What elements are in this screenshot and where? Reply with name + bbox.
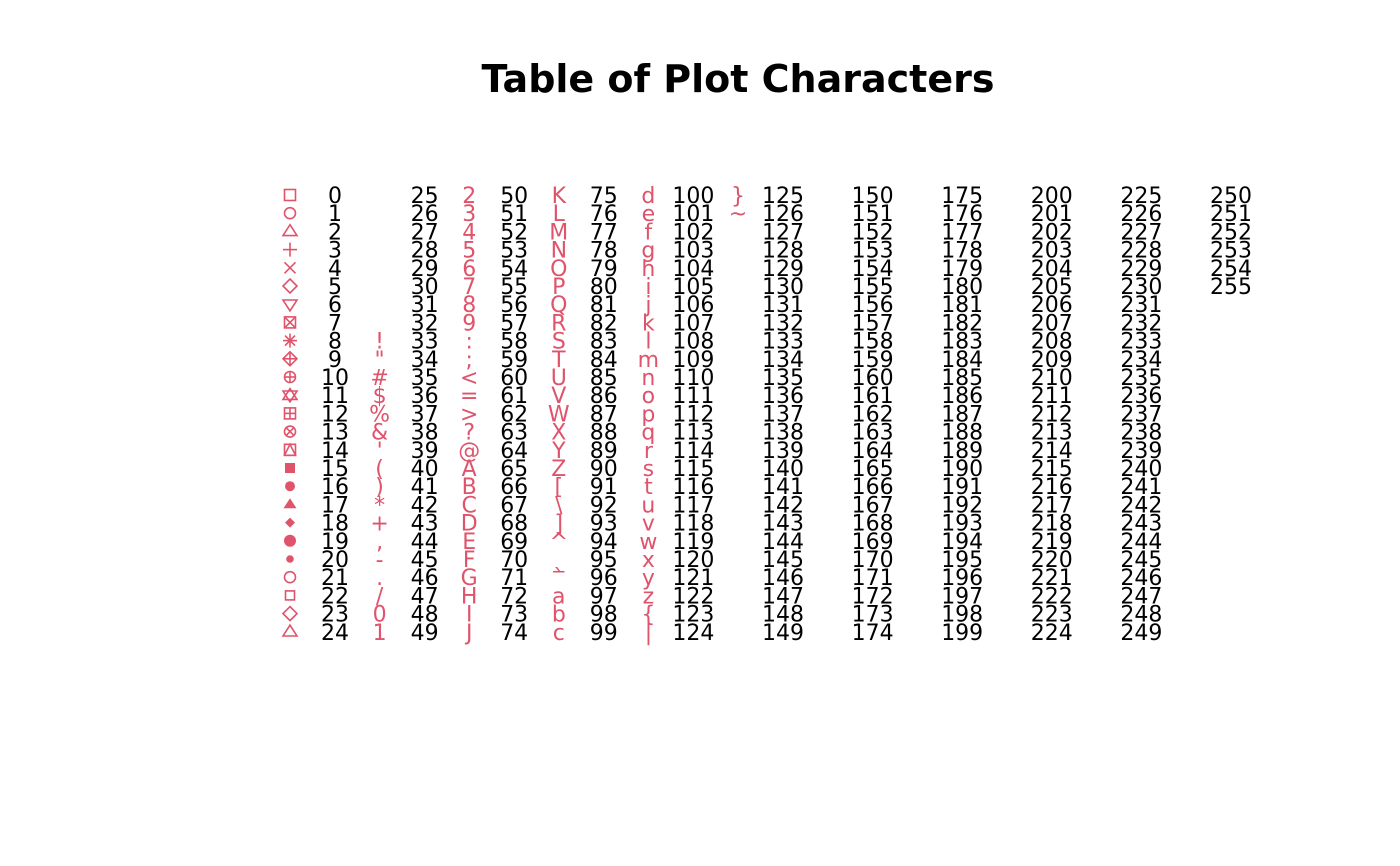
pch-20-small-filled-circle-symbol (286, 555, 294, 563)
pch-99-code-label: 99 (590, 621, 618, 646)
pch-126-glyph: ~ (729, 202, 747, 227)
pch-15-filled-square-symbol (285, 463, 295, 473)
pch-1-open-circle-symbol (283, 206, 297, 220)
pch-11-star-of-david-symbol (281, 387, 299, 404)
pch-49-glyph: 1 (373, 621, 387, 646)
pch-0-open-square-symbol (283, 188, 297, 202)
chart-title: Table of Plot Characters (482, 57, 995, 101)
pch-4-cross-symbol (283, 261, 297, 274)
pch-74-code-label: 74 (500, 621, 528, 646)
plot-characters-chart: Table of Plot Characters 012345678910111… (281, 57, 1252, 646)
pch-174-code-label: 174 (852, 621, 894, 646)
pch-9-diamond-plus-symbol (281, 350, 299, 367)
pch-5-open-diamond-symbol (281, 277, 299, 295)
pch-24-bordered-triangle-symbol (281, 623, 299, 637)
pch-24-code-label: 24 (321, 621, 349, 646)
pch-249-code-label: 249 (1120, 621, 1162, 646)
pch-49-code-label: 49 (411, 621, 439, 646)
pch-6-open-triangle-down-symbol (281, 299, 299, 313)
pch-17-filled-triangle-symbol (283, 498, 297, 509)
pch-18-filled-diamond-symbol (285, 517, 295, 528)
pch-12-square-plus-symbol (283, 407, 297, 420)
pch-149-code-label: 149 (762, 621, 804, 646)
pch-199-code-label: 199 (941, 621, 983, 646)
pch-224-code-label: 224 (1031, 621, 1073, 646)
pch-3-plus-symbol (283, 242, 297, 257)
pch-255-code-label: 255 (1210, 275, 1252, 300)
pch-2-open-triangle-up-symbol (281, 223, 299, 237)
pch-124-glyph: | (645, 621, 652, 646)
pch-74-glyph: J (464, 621, 473, 646)
pch-14-square-triangle-symbol (283, 442, 297, 457)
pch-16-filled-circle-symbol (285, 481, 295, 492)
pch-99-glyph: c (553, 621, 565, 646)
pch-22-bordered-square-symbol (284, 590, 296, 601)
pch-19-large-filled-circle-symbol (284, 534, 296, 547)
pch-21-bordered-circle-symbol (283, 570, 297, 584)
pch-7-square-cross-symbol (283, 316, 297, 329)
pch-23-bordered-diamond-symbol (281, 605, 299, 622)
pch-13-circle-cross-symbol (283, 425, 297, 438)
pch-124-code-label: 124 (672, 621, 714, 646)
pch-10-circle-plus-symbol (283, 370, 297, 384)
pch-8-asterisk-symbol (283, 333, 297, 348)
